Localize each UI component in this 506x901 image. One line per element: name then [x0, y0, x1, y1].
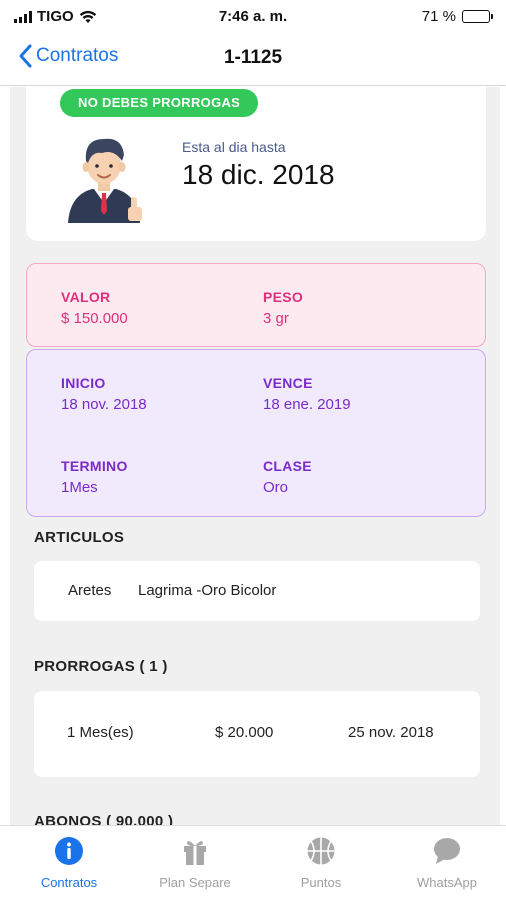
vence-value: 18 ene. 2019	[263, 396, 351, 413]
value-weight-box: VALOR $ 150.000 PESO 3 gr	[26, 263, 486, 347]
tab-label: Plan Separe	[159, 875, 231, 890]
contract-detail-scroll[interactable]: NO DEBES PRORROGAS Esta al dia hasta 18 …	[10, 87, 500, 825]
peso-label: PESO	[263, 289, 304, 305]
battery-percent: 71 %	[421, 8, 456, 25]
termino-label: TERMINO	[61, 458, 128, 474]
tab-label: WhatsApp	[417, 875, 477, 890]
list-item: 1 Mes(es) $ 20.000 25 nov. 2018	[34, 691, 480, 777]
clase-value: Oro	[263, 479, 289, 496]
tab-contratos[interactable]: Contratos	[6, 826, 132, 901]
article-name: Aretes	[68, 582, 112, 599]
tab-plan-separe[interactable]: Plan Separe	[132, 826, 258, 901]
tab-label: Puntos	[300, 875, 342, 890]
abonos-heading: ABONOS ( 90.000 )	[34, 813, 174, 825]
gift-icon	[184, 841, 206, 865]
termino-value: 1Mes	[61, 479, 98, 496]
inicio-value: 18 nov. 2018	[61, 396, 147, 413]
prorroga-period: 1 Mes(es)	[67, 724, 134, 741]
list-item: Aretes Lagrima -Oro Bicolor	[34, 561, 480, 621]
inicio-label: INICIO	[61, 375, 106, 391]
valor-value: $ 150.000	[61, 310, 128, 327]
status-badge: NO DEBES PRORROGAS	[60, 89, 259, 117]
up-to-date-value: 18 dic. 2018	[182, 159, 335, 190]
articulos-heading: ARTICULOS	[34, 529, 125, 546]
prorroga-date: 25 nov. 2018	[348, 724, 434, 741]
businessman-avatar-icon	[68, 138, 142, 223]
prorroga-amount: $ 20.000	[215, 724, 274, 741]
battery-info: 71 %	[421, 8, 493, 25]
status-bar: TIGO 7:46 a. m. 71 %	[0, 0, 506, 34]
status-summary-card: NO DEBES PRORROGAS Esta al dia hasta 18 …	[26, 87, 486, 241]
chevron-left-icon	[19, 44, 32, 68]
chat-bubble-icon	[434, 838, 460, 864]
clase-label: CLASE	[263, 458, 312, 474]
tab-whatsapp[interactable]: WhatsApp	[384, 826, 506, 901]
contract-dates-box: INICIO 18 nov. 2018 VENCE 18 ene. 2019 T…	[26, 349, 486, 517]
article-description: Lagrima -Oro Bicolor	[138, 582, 277, 599]
basketball-icon	[307, 837, 335, 865]
back-button[interactable]: Contratos	[18, 44, 118, 68]
vence-label: VENCE	[263, 375, 313, 391]
up-to-date-label: Esta al dia hasta	[182, 139, 286, 155]
valor-label: VALOR	[61, 289, 111, 305]
navigation-bar: Contratos 1-1125	[0, 34, 506, 86]
tab-bar: Contratos Plan Separe Puntos WhatsApp	[0, 825, 506, 900]
tab-puntos[interactable]: Puntos	[258, 826, 384, 901]
back-button-label: Contratos	[36, 45, 119, 66]
prorrogas-heading: PRORROGAS ( 1 )	[34, 658, 168, 675]
tab-label: Contratos	[40, 875, 98, 890]
info-icon	[55, 837, 83, 865]
battery-icon	[462, 10, 493, 23]
peso-value: 3 gr	[263, 310, 289, 327]
